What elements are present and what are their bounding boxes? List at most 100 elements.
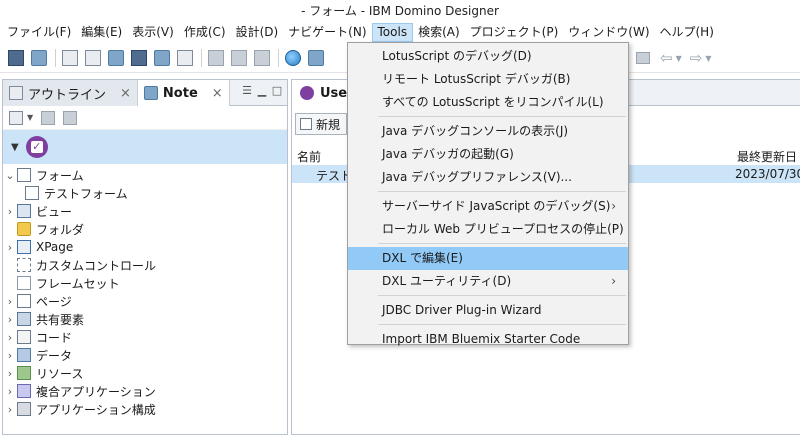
chevron-down-icon[interactable]: ▼ bbox=[27, 113, 33, 122]
menu-item-java-console[interactable]: Java デバッグコンソールの表示(J) bbox=[348, 120, 628, 143]
menu-item-debug-lotusscript[interactable]: LotusScript のデバッグ(D) bbox=[348, 45, 628, 68]
new-page-icon[interactable] bbox=[154, 49, 170, 66]
forward-arrow-icon[interactable]: ⇨ bbox=[690, 49, 703, 67]
close-icon[interactable]: × bbox=[120, 86, 131, 101]
folder-icon bbox=[17, 222, 31, 236]
menu-item-dxl-utilities[interactable]: DXL ユーティリティ(D) › bbox=[348, 270, 628, 293]
chevron-right-icon[interactable]: › bbox=[3, 331, 17, 344]
menu-create[interactable]: 作成(C) bbox=[179, 23, 231, 42]
menu-search[interactable]: 検索(A) bbox=[413, 23, 465, 42]
menu-edit[interactable]: 編集(E) bbox=[76, 23, 127, 42]
tab-note[interactable]: Note × bbox=[137, 80, 230, 106]
last-edit-icon[interactable] bbox=[636, 52, 650, 64]
menu-separator bbox=[378, 116, 626, 117]
toolbar-separator bbox=[55, 48, 56, 67]
chevron-right-icon[interactable]: › bbox=[3, 295, 17, 308]
tree-node-views[interactable]: › ビュー bbox=[3, 202, 287, 220]
back-arrow-icon[interactable]: ⇦ bbox=[660, 49, 673, 67]
chevron-right-icon[interactable]: › bbox=[3, 385, 17, 398]
resources-icon bbox=[17, 366, 31, 380]
tree-node-code[interactable]: › コード bbox=[3, 328, 287, 346]
new-design-element-icon[interactable] bbox=[62, 49, 78, 66]
menu-project[interactable]: プロジェクト(P) bbox=[465, 23, 564, 42]
note-icon bbox=[143, 86, 158, 100]
form-icon bbox=[25, 186, 39, 200]
tree-node-framesets[interactable]: フレームセット bbox=[3, 274, 287, 292]
tree-view-icon[interactable] bbox=[41, 110, 56, 125]
caret-down-icon[interactable]: ▼ bbox=[11, 142, 19, 153]
menu-icon[interactable]: ☰ bbox=[241, 85, 253, 97]
menu-item-edit-dxl[interactable]: DXL で編集(E) bbox=[348, 247, 628, 270]
menu-tools[interactable]: Tools bbox=[371, 23, 414, 42]
tree-node-custom-controls[interactable]: カスタムコントロール bbox=[3, 256, 287, 274]
preview-web-icon[interactable] bbox=[285, 49, 301, 66]
new-form-icon[interactable] bbox=[85, 49, 101, 66]
menu-item-ssjs-debug[interactable]: サーバーサイド JavaScript のデバッグ(S) › bbox=[348, 195, 628, 218]
tree-node-label: フォーム bbox=[36, 168, 84, 183]
database-icon: ✓ bbox=[25, 136, 48, 158]
tree-node-label: XPage bbox=[36, 240, 74, 254]
new-element-icon[interactable] bbox=[9, 110, 23, 125]
new-outline-icon[interactable] bbox=[177, 49, 193, 66]
menu-separator bbox=[378, 295, 626, 296]
menu-help[interactable]: ヘルプ(H) bbox=[655, 23, 719, 42]
chevron-right-icon[interactable]: › bbox=[3, 403, 17, 416]
close-icon[interactable]: × bbox=[212, 86, 223, 101]
tab-outline-label: アウトライン bbox=[28, 87, 107, 103]
chevron-right-icon[interactable]: › bbox=[3, 313, 17, 326]
menu-view[interactable]: 表示(V) bbox=[127, 23, 179, 42]
tree-node-forms[interactable]: ⌄ フォーム bbox=[3, 166, 287, 184]
menu-item-import-bluemix[interactable]: Import IBM Bluemix Starter Code bbox=[348, 328, 628, 351]
print-icon[interactable] bbox=[231, 49, 247, 66]
shared-elements-icon bbox=[17, 312, 31, 326]
menu-window[interactable]: ウィンドウ(W) bbox=[563, 23, 654, 42]
menu-file[interactable]: ファイル(F) bbox=[2, 23, 76, 42]
link-icon[interactable] bbox=[63, 110, 78, 125]
cut-icon[interactable] bbox=[254, 49, 270, 66]
tree-node-data[interactable]: › データ bbox=[3, 346, 287, 364]
maximize-icon[interactable]: □ bbox=[271, 85, 283, 97]
preview-notes-icon[interactable] bbox=[308, 49, 324, 66]
tree-node-xpages[interactable]: › XPage bbox=[3, 238, 287, 256]
menu-item-remote-debugger[interactable]: リモート LotusScript デバッガ(B) bbox=[348, 68, 628, 91]
chevron-right-icon[interactable]: › bbox=[3, 367, 17, 380]
column-header-name[interactable]: 名前 bbox=[297, 148, 321, 165]
tree-node-composite-apps[interactable]: › 複合アプリケーション bbox=[3, 382, 287, 400]
xpage-icon bbox=[17, 240, 31, 254]
frameset-icon bbox=[17, 276, 31, 290]
key-icon[interactable] bbox=[31, 49, 47, 66]
menu-item-jdbc-wizard[interactable]: JDBC Driver Plug-in Wizard bbox=[348, 299, 628, 322]
tree-node-pages[interactable]: › ページ bbox=[3, 292, 287, 310]
chevron-right-icon[interactable]: › bbox=[3, 205, 17, 218]
database-node[interactable]: ▼ ✓ bbox=[3, 130, 287, 164]
new-button[interactable]: 新規 bbox=[295, 113, 348, 135]
menu-item-stop-web-preview[interactable]: ローカル Web プリビュープロセスの停止(P) bbox=[348, 218, 628, 241]
data-icon bbox=[17, 348, 31, 362]
menu-item-java-debug-prefs[interactable]: Java デバッグプリファレンス(V)... bbox=[348, 166, 628, 189]
chevron-down-icon[interactable]: ▼ bbox=[705, 54, 711, 63]
menu-bar: ファイル(F) 編集(E) 表示(V) 作成(C) 設計(D) ナビゲート(N)… bbox=[0, 22, 800, 43]
tree-node-app-config[interactable]: › アプリケーション構成 bbox=[3, 400, 287, 418]
menu-item-java-debugger[interactable]: Java デバッガの起動(G) bbox=[348, 143, 628, 166]
save-icon[interactable] bbox=[208, 49, 224, 66]
chevron-down-icon[interactable]: ⌄ bbox=[3, 169, 17, 182]
tree-node-resources[interactable]: › リソース bbox=[3, 364, 287, 382]
new-view-icon[interactable] bbox=[108, 49, 124, 66]
new-app-icon[interactable] bbox=[8, 49, 24, 66]
menu-navigate[interactable]: ナビゲート(N) bbox=[283, 23, 371, 42]
chevron-down-icon[interactable]: ▼ bbox=[676, 54, 682, 63]
tab-outline[interactable]: アウトライン × bbox=[3, 80, 138, 106]
new-folder-icon[interactable] bbox=[131, 49, 147, 66]
menu-separator bbox=[378, 243, 626, 244]
cell-last-updated: 2023/07/30 1 bbox=[735, 167, 800, 181]
tree-node-shared-elements[interactable]: › 共有要素 bbox=[3, 310, 287, 328]
column-header-last-updated[interactable]: 最終更新日 bbox=[737, 148, 797, 165]
chevron-right-icon[interactable]: › bbox=[3, 349, 17, 362]
tree-node-test-form[interactable]: テストフォーム bbox=[3, 184, 287, 202]
minimize-icon[interactable]: ▁ bbox=[256, 85, 268, 97]
database-icon bbox=[300, 86, 314, 100]
menu-design[interactable]: 設計(D) bbox=[231, 23, 284, 42]
menu-item-recompile-all[interactable]: すべての LotusScript をリコンパイル(L) bbox=[348, 91, 628, 114]
tree-node-folders[interactable]: フォルダ bbox=[3, 220, 287, 238]
chevron-right-icon[interactable]: › bbox=[3, 241, 17, 254]
